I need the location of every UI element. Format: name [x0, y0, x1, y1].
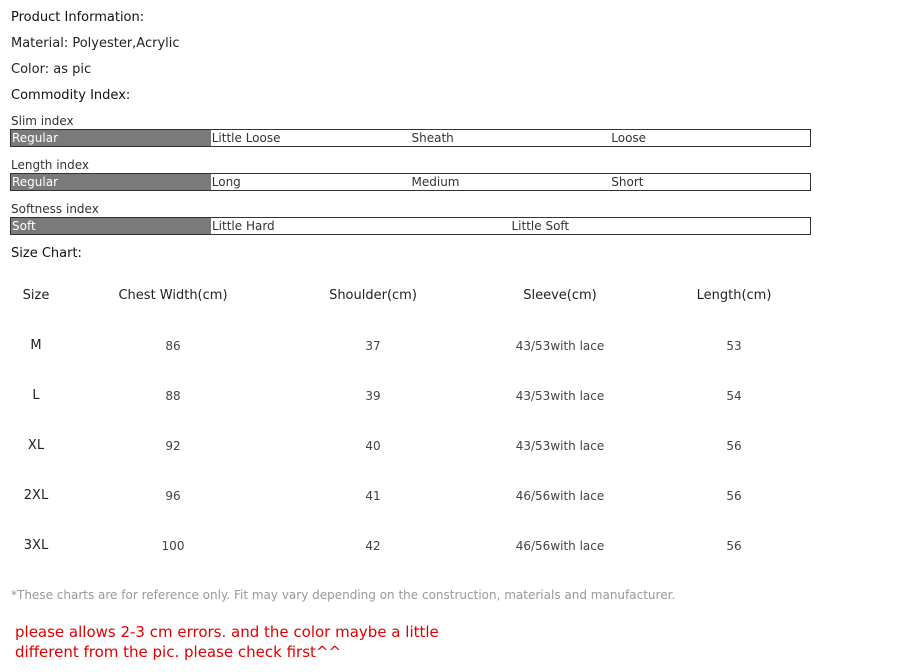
length-index-bar: Regular Long Medium Short	[10, 173, 811, 191]
softness-option: Soft	[11, 218, 211, 234]
softness-index-bar: Soft Little Hard Little Soft	[10, 217, 811, 235]
size-chart-header-row: Size Chest Width(cm) Shoulder(cm) Sleeve…	[0, 270, 922, 320]
column-header-size: Size	[22, 288, 50, 303]
softness-option: Little Hard	[212, 219, 275, 233]
chest-cell: 86	[165, 339, 181, 353]
column-header-sleeve: Sleeve(cm)	[523, 288, 597, 303]
color-text: Color: as pic	[11, 62, 92, 77]
softness-index-label: Softness index	[11, 202, 99, 216]
table-row: M 86 37 43/53with lace 53	[0, 320, 922, 370]
commodity-index-heading: Commodity Index:	[11, 88, 131, 103]
slim-option: Little Loose	[211, 131, 281, 145]
chest-cell: 96	[165, 489, 181, 503]
length-option: Long	[211, 175, 241, 189]
column-header-length: Length(cm)	[696, 288, 772, 303]
shoulder-cell: 40	[365, 439, 381, 453]
size-cell: XL	[27, 438, 45, 453]
size-cell: L	[32, 388, 40, 403]
shoulder-cell: 41	[365, 489, 381, 503]
length-index-label: Length index	[11, 158, 90, 172]
length-option: Short	[611, 175, 644, 189]
slim-index-label: Slim index	[11, 114, 74, 128]
product-info-heading: Product Information:	[11, 10, 145, 25]
size-chart-table: Size Chest Width(cm) Shoulder(cm) Sleeve…	[0, 270, 922, 570]
chest-cell: 88	[165, 389, 181, 403]
shoulder-cell: 42	[365, 539, 381, 553]
sleeve-cell: 46/56with lace	[515, 489, 605, 503]
length-cell: 56	[726, 489, 742, 503]
softness-option: Little Soft	[511, 219, 570, 233]
material-text: Material: Polyester,Acrylic	[11, 36, 180, 51]
size-cell: 3XL	[23, 538, 49, 553]
size-chart-heading: Size Chart:	[11, 246, 82, 261]
chest-cell: 92	[165, 439, 181, 453]
table-row: 3XL 100 42 46/56with lace 56	[0, 520, 922, 570]
sleeve-cell: 43/53with lace	[515, 339, 605, 353]
size-cell: M	[30, 338, 42, 353]
size-cell: 2XL	[23, 488, 49, 503]
slim-index-bar: Regular Little Loose Sheath Loose	[10, 129, 811, 147]
slim-option: Sheath	[411, 131, 454, 145]
length-option: Medium	[411, 175, 460, 189]
length-cell: 53	[726, 339, 742, 353]
sleeve-cell: 43/53with lace	[515, 389, 605, 403]
shoulder-cell: 39	[365, 389, 381, 403]
table-row: 2XL 96 41 46/56with lace 56	[0, 470, 922, 520]
chest-cell: 100	[161, 539, 185, 553]
column-header-chest: Chest Width(cm)	[118, 288, 228, 303]
length-cell: 54	[726, 389, 742, 403]
table-row: XL 92 40 43/53with lace 56	[0, 420, 922, 470]
length-option: Regular	[11, 174, 211, 190]
slim-option: Regular	[11, 130, 211, 146]
reference-footnote: *These charts are for reference only. Fi…	[11, 588, 676, 602]
length-cell: 56	[726, 439, 742, 453]
sleeve-cell: 46/56with lace	[515, 539, 605, 553]
length-cell: 56	[726, 539, 742, 553]
column-header-shoulder: Shoulder(cm)	[329, 288, 417, 303]
table-row: L 88 39 43/53with lace 54	[0, 370, 922, 420]
slim-option: Loose	[611, 131, 647, 145]
shoulder-cell: 37	[365, 339, 381, 353]
sleeve-cell: 43/53with lace	[515, 439, 605, 453]
error-warning: please allows 2-3 cm errors. and the col…	[15, 623, 439, 661]
